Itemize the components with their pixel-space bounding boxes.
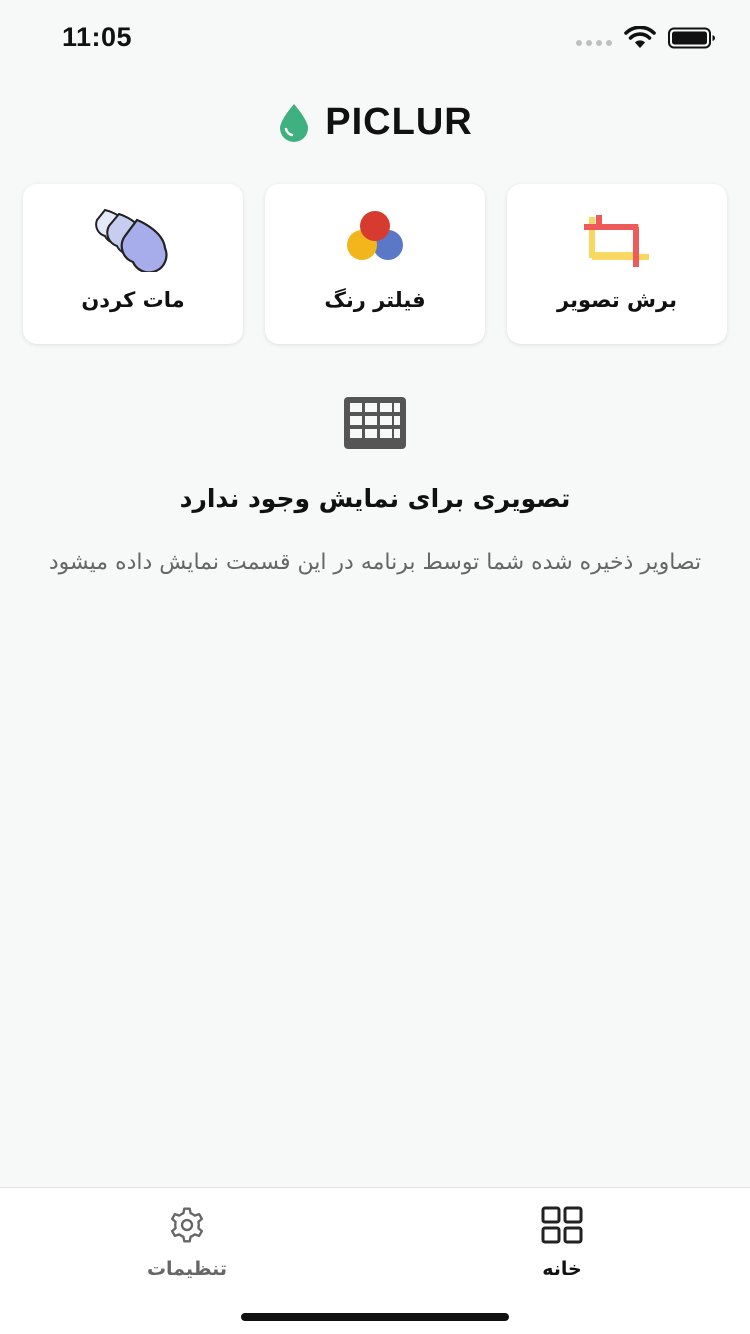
- wifi-icon: [624, 26, 656, 48]
- status-bar: 11:05: [0, 0, 750, 80]
- blur-tool-label: مات کردن: [81, 288, 185, 312]
- nav-settings-label: تنظیمات: [146, 1258, 228, 1280]
- bottom-navigation: خانه تنظیمات: [0, 1187, 750, 1334]
- app-header: PICLUR: [0, 92, 750, 152]
- color-filter-tool-label: فیلتر رنگ: [324, 288, 426, 312]
- app-title: PICLUR: [325, 100, 473, 143]
- empty-state-description: تصاویر ذخیره شده شما توسط برنامه در این …: [48, 550, 702, 575]
- crop-tool-icon-wrap: [577, 206, 657, 272]
- tools-row: برش تصویر فیلتر رنگ مات کردن: [23, 184, 727, 344]
- nav-settings-tab[interactable]: تنظیمات: [107, 1206, 267, 1296]
- app-screen: 11:05 PICLUR برش تصویر فیلتر رنگ مات کرد…: [0, 0, 750, 1334]
- blur-tool-card[interactable]: مات کردن: [23, 184, 243, 344]
- nav-home-tab[interactable]: خانه: [482, 1206, 642, 1296]
- crop-icon: [584, 215, 649, 267]
- cellular-signal-icon: [576, 40, 612, 46]
- battery-icon: [668, 27, 715, 49]
- crop-tool-label: برش تصویر: [557, 288, 677, 312]
- grid-icon: [344, 397, 406, 449]
- empty-icon-wrap: [0, 396, 750, 450]
- empty-state: تصویری برای نمایش وجود ندارد تصاویر ذخیر…: [0, 396, 750, 593]
- home-indicator[interactable]: [241, 1313, 509, 1321]
- home-grid-icon: [541, 1206, 583, 1244]
- gear-icon: [170, 1207, 204, 1243]
- water-drop-logo-icon: [280, 104, 309, 142]
- crop-tool-card[interactable]: برش تصویر: [507, 184, 727, 344]
- color-filter-icon: [347, 211, 403, 260]
- blur-drops-icon: [95, 208, 168, 272]
- empty-state-title: تصویری برای نمایش وجود ندارد: [179, 484, 571, 513]
- status-indicators: [576, 26, 716, 50]
- status-time: 11:05: [62, 22, 133, 52]
- nav-home-label: خانه: [542, 1258, 582, 1280]
- color-filter-tool-icon-wrap: [335, 206, 415, 272]
- blur-tool-icon-wrap: [93, 206, 173, 272]
- color-filter-tool-card[interactable]: فیلتر رنگ: [265, 184, 485, 344]
